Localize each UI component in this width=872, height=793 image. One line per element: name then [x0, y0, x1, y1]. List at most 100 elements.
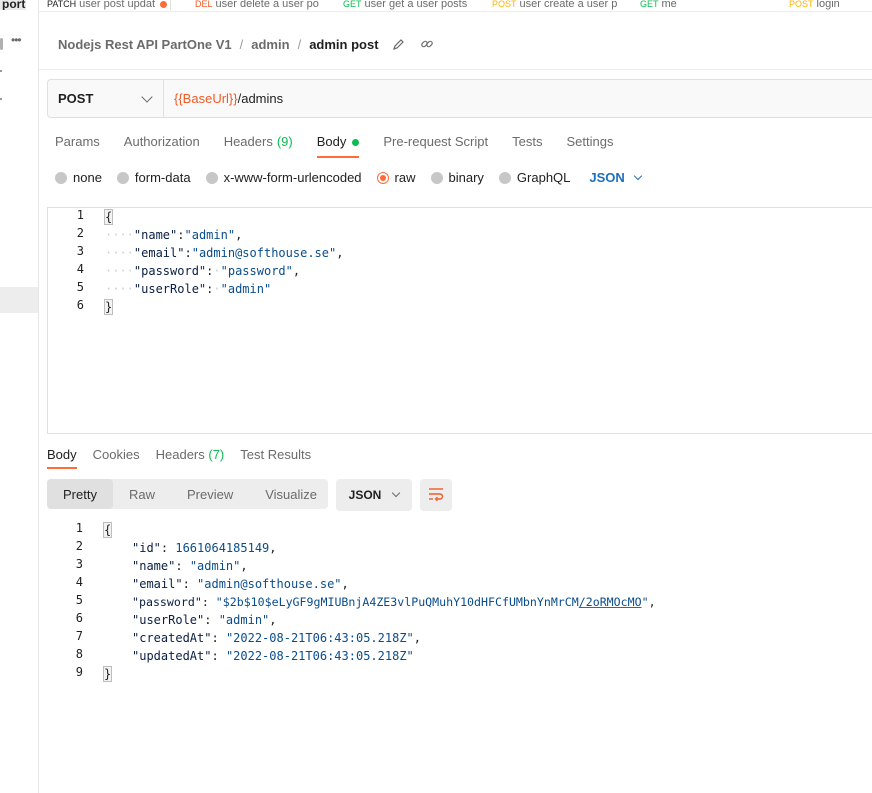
format-value: JSON: [348, 488, 382, 502]
tab-settings[interactable]: Settings: [566, 134, 613, 158]
tab-me[interactable]: GET me: [640, 0, 677, 11]
tab-tests[interactable]: Tests: [512, 134, 542, 158]
edit-pencil-icon[interactable]: [391, 36, 407, 52]
view-pretty[interactable]: Pretty: [47, 479, 113, 509]
code-line: "createdAt": "2022-08-21T06:43:05.218Z",: [132, 631, 422, 645]
url-bar: POST {{BaseUrl}}/admins: [47, 79, 872, 118]
view-mode-switcher: Pretty Raw Preview Visualize: [47, 479, 328, 509]
json-value: "admin": [218, 613, 270, 627]
tab-params[interactable]: Params: [55, 134, 100, 158]
view-visualize[interactable]: Visualize: [249, 479, 333, 509]
tab-label: Body: [47, 447, 77, 462]
code-line: "id": 1661064185149,: [132, 541, 277, 555]
code-line: {: [102, 521, 113, 539]
tab-label: user post updat: [79, 0, 156, 10]
request-tab-bar: PATCH user post updat DEL user delete a …: [39, 0, 872, 12]
json-value: "admin@softhouse.se": [197, 577, 342, 591]
json-tail: ,: [341, 577, 349, 591]
sidebar-port-label[interactable]: port: [0, 0, 26, 10]
json-sep: :: [177, 228, 185, 242]
breadcrumb: Nodejs Rest API PartOne V1 / admin / adm…: [58, 36, 435, 52]
radio-graphql[interactable]: GraphQL: [498, 170, 570, 185]
code-line: ····"email":"admin@softhouse.se",: [105, 246, 344, 260]
response-tab-headers[interactable]: Headers (7): [156, 447, 225, 469]
tab-method: GET: [343, 0, 362, 9]
tab-authorization[interactable]: Authorization: [124, 134, 200, 158]
breadcrumb-separator: /: [297, 36, 302, 52]
json-tail: ,: [269, 541, 277, 555]
json-value: "admin": [184, 228, 236, 242]
wrap-lines-icon: [428, 487, 444, 504]
radio-circle: [116, 171, 129, 184]
radio-raw[interactable]: raw: [376, 170, 416, 185]
code-line: "updatedAt": "2022-08-21T06:43:05.218Z": [132, 649, 414, 663]
body-language-select[interactable]: JSON: [589, 170, 643, 185]
link-icon[interactable]: [419, 36, 435, 52]
tab-user-get-posts[interactable]: GET user get a user posts: [343, 0, 477, 11]
request-body-editor[interactable]: 1 2 3 4 5 6 { ····"name":"admin", ····"e…: [47, 207, 872, 434]
radio-circle: [205, 171, 218, 184]
tab-label: Tests: [512, 134, 543, 149]
radio-label: form-data: [134, 170, 191, 185]
view-label: Preview: [186, 486, 234, 502]
tab-label: Headers: [155, 447, 205, 462]
line-number: 3: [75, 557, 83, 571]
left-sidebar: port •••: [0, 0, 39, 793]
breadcrumb-request-name[interactable]: admin post: [309, 37, 378, 52]
json-key: "userRole": [132, 613, 205, 627]
tab-body[interactable]: Body: [316, 134, 360, 158]
url-input[interactable]: {{BaseUrl}}/admins: [164, 91, 283, 106]
sidebar-selected-row[interactable]: [0, 287, 38, 313]
tab-user-create[interactable]: POST user create a user p: [492, 0, 626, 11]
json-tail: ,: [336, 246, 344, 260]
line-number: 5: [76, 280, 84, 294]
response-tabs: Body Cookies Headers (7) Test Results: [47, 447, 327, 469]
tab-headers[interactable]: Headers (9): [224, 134, 293, 158]
response-tab-test-results[interactable]: Test Results: [240, 447, 311, 469]
tab-method: POST: [492, 0, 517, 9]
tab-pre-request-script[interactable]: Pre-request Script: [383, 134, 488, 158]
radio-none[interactable]: none: [55, 170, 102, 185]
line-number: 8: [75, 647, 83, 661]
json-value: "2022-08-21T06:43:05.218Z": [225, 631, 414, 645]
method-select[interactable]: POST: [48, 80, 164, 117]
brace-close: }: [102, 666, 113, 682]
sidebar-marker: [0, 70, 2, 72]
radio-label: x-www-form-urlencoded: [223, 170, 362, 185]
chevron-down-icon: [633, 171, 643, 180]
wrap-lines-button[interactable]: [420, 479, 452, 511]
view-label: Pretty: [63, 486, 97, 502]
json-tail: ,: [235, 228, 243, 242]
radio-form-data[interactable]: form-data: [116, 170, 191, 185]
view-preview[interactable]: Preview: [171, 479, 249, 509]
radio-label: none: [73, 170, 102, 185]
chevron-down-icon: [392, 488, 401, 498]
request-tabs: Params Authorization Headers (9) Body Pre…: [55, 134, 637, 158]
view-raw[interactable]: Raw: [113, 479, 171, 509]
breadcrumb-collection[interactable]: Nodejs Rest API PartOne V1: [58, 37, 232, 52]
tab-user-delete[interactable]: DEL user delete a user po: [195, 0, 329, 11]
response-tab-body[interactable]: Body: [47, 447, 77, 469]
url-variable: {{BaseUrl}}: [174, 91, 238, 106]
response-body-viewer[interactable]: 1 2 3 4 5 6 7 8 9 { "id": 1661064185149,…: [47, 521, 872, 791]
json-value: "$2b$10$eLyGF9gMIUBnjA4ZE3vlPuQMuhY10dHF…: [215, 595, 579, 609]
response-format-select[interactable]: JSON: [336, 479, 412, 511]
tab-login[interactable]: POST login: [789, 0, 840, 11]
line-number: 2: [76, 226, 84, 240]
json-value: "admin@softhouse.se": [191, 246, 337, 260]
json-tail: ,: [240, 559, 248, 573]
radio-urlencoded[interactable]: x-www-form-urlencoded: [205, 170, 362, 185]
radio-binary[interactable]: binary: [430, 170, 484, 185]
body-type-options: none form-data x-www-form-urlencoded raw…: [55, 170, 643, 185]
breadcrumb-folder[interactable]: admin: [251, 37, 289, 52]
brace-open: {: [103, 209, 114, 225]
json-key: "name": [133, 228, 178, 242]
more-options-icon[interactable]: •••: [11, 33, 22, 47]
tab-method: DEL: [195, 0, 213, 9]
tab-user-post-update[interactable]: PATCH user post updat: [47, 0, 172, 11]
code-line: ····"password":·"password",: [105, 264, 301, 278]
response-tab-cookies[interactable]: Cookies: [93, 447, 140, 469]
json-key: "email": [132, 577, 183, 591]
divider: [39, 69, 872, 70]
json-value-link[interactable]: /2oRMOcMO: [579, 595, 642, 609]
